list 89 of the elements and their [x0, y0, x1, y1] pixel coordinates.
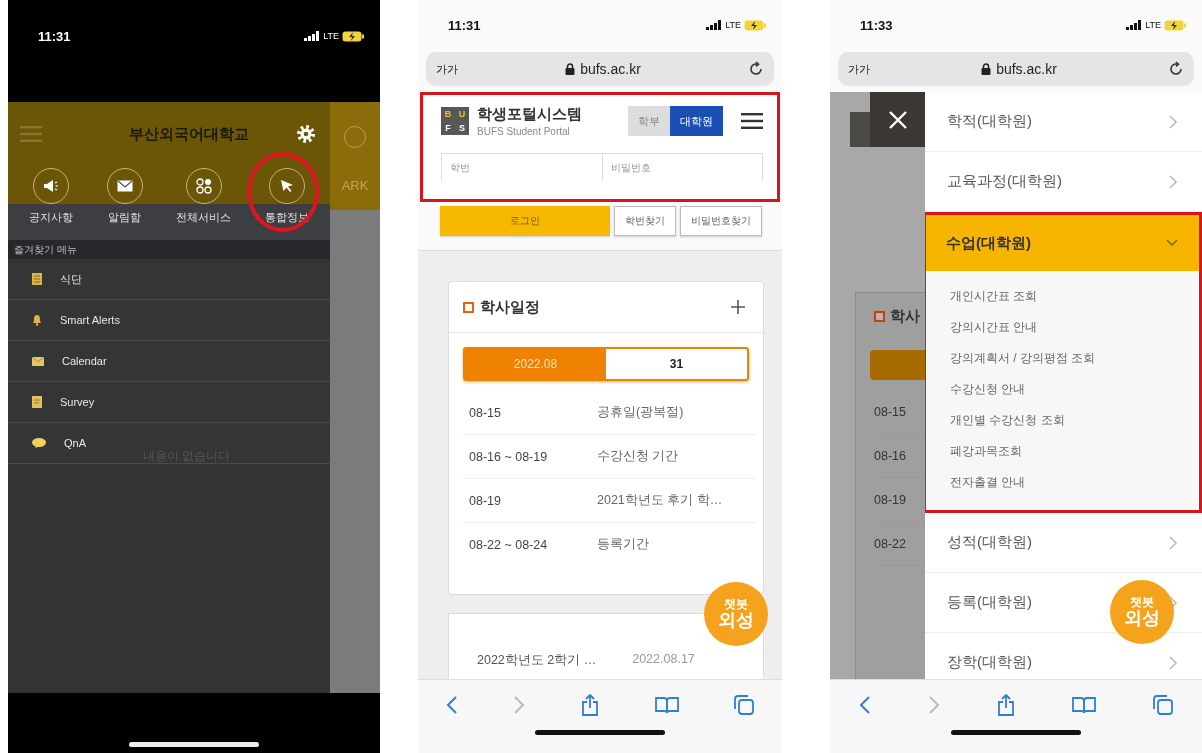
chevron-right-icon [1168, 535, 1178, 550]
submenu-item[interactable]: 개인시간표 조회 [926, 281, 1199, 312]
back-icon[interactable] [445, 695, 458, 715]
submenu-item[interactable]: 전자출결 안내 [926, 467, 1199, 498]
envelope-icon [116, 180, 133, 192]
square-icon [463, 301, 474, 313]
menu-icon[interactable] [741, 113, 763, 129]
menu-item[interactable]: 교육과정(대학원) [925, 152, 1202, 212]
month-label: 2022.08 [465, 349, 606, 379]
plus-icon[interactable] [731, 300, 745, 314]
card-title: 학사 [890, 307, 920, 326]
logo-fragment [850, 112, 870, 147]
schedule-date: 08-16 ~ 08-19 [469, 449, 549, 464]
battery-icon [744, 19, 766, 31]
menu-item[interactable]: 수업(대학원) [926, 215, 1199, 271]
share-icon[interactable] [996, 694, 1015, 716]
submenu-item[interactable]: 개인별 수강신청 조회 [926, 405, 1199, 436]
lock-icon [981, 63, 992, 75]
password-field[interactable]: 비밀번호 [602, 153, 763, 181]
battery-icon [342, 30, 364, 42]
section-header: 즐겨찾기 메뉴 [8, 240, 330, 259]
note-icon [32, 396, 42, 408]
settings-icon [296, 124, 316, 144]
network-label: LTE [1145, 20, 1161, 30]
login-button[interactable]: 로그인 [440, 206, 610, 236]
network-label: LTE [323, 31, 339, 41]
day-count: 31 [668, 356, 685, 373]
book-icon[interactable] [654, 696, 679, 714]
share-icon[interactable] [581, 694, 599, 716]
find-button[interactable]: 비밀번호찾기 [680, 206, 762, 236]
url-text[interactable]: bufs.ac.kr [996, 61, 1057, 77]
card-title: 학사일정 [480, 297, 541, 317]
notice-title[interactable]: 2022학년도 2학기 … [477, 652, 597, 669]
status-time: 11:31 [38, 28, 71, 44]
side-strip-text: ARK [341, 178, 369, 193]
month-bar [870, 350, 925, 380]
submenu-item[interactable]: 폐강과목조회 [926, 436, 1199, 467]
menu-item[interactable]: 학적(대학원) [925, 92, 1202, 152]
text-size-button[interactable]: 가가 [436, 61, 458, 77]
schedule-event: 등록기간 [597, 536, 649, 553]
quick-menu-button[interactable]: 전체서비스 [176, 168, 232, 225]
submenu-item[interactable]: 강의시간표 안내 [926, 312, 1199, 343]
menu-board-icon [32, 273, 42, 285]
schedule-event: 2021학년도 후기 학… [597, 492, 723, 509]
find-button[interactable]: 학번찾기 [614, 206, 676, 236]
envelope-icon [32, 356, 44, 366]
portal-title: 학생포털시스템 [477, 105, 583, 124]
portal-subtitle: BUFS Student Portal [477, 126, 571, 137]
reload-icon[interactable] [1168, 61, 1184, 77]
schedule-event: 공휴일(광복절) [597, 404, 684, 421]
chevron-down-icon [1165, 238, 1179, 248]
submenu-item[interactable]: 수강신청 안내 [926, 374, 1199, 405]
chevron-right-icon [1168, 174, 1178, 189]
network-label: LTE [725, 20, 741, 30]
portal-logo: B U F S [441, 107, 469, 135]
circles-grid-icon [195, 178, 212, 194]
megaphone-icon [42, 179, 59, 193]
tabs-icon[interactable] [1153, 695, 1174, 715]
url-text[interactable]: bufs.ac.kr [580, 61, 641, 77]
schedule-event: 수강신청 기간 [597, 448, 679, 465]
status-time: 11:33 [860, 17, 893, 33]
signal-icon [706, 20, 723, 30]
notice-date: 2022.08.17 [632, 652, 695, 668]
menu-item[interactable]: 성적(대학원) [925, 513, 1202, 573]
speech-bubble-icon [32, 438, 46, 448]
chevron-right-icon [1168, 114, 1178, 129]
reload-icon[interactable] [748, 61, 764, 77]
schedule-date: 08-19 [469, 493, 502, 508]
close-button[interactable] [870, 92, 925, 147]
close-icon[interactable] [887, 109, 908, 130]
signal-icon [1126, 20, 1143, 30]
submenu-item[interactable]: 강의계획서 / 강의평점 조회 [926, 343, 1199, 374]
back-icon[interactable] [858, 695, 871, 715]
bell-icon [32, 314, 42, 326]
tabs-icon[interactable] [734, 695, 755, 715]
book-icon[interactable] [1072, 696, 1097, 714]
schedule-date: 08-15 [469, 405, 502, 420]
cursor-arrow-icon [280, 179, 295, 193]
toggle-tab[interactable]: 대학원 [670, 106, 723, 136]
student-id-field[interactable]: 학번 [441, 153, 603, 181]
schedule-date: 08-22 ~ 08-24 [469, 537, 549, 552]
chevron-right-icon [1168, 655, 1178, 670]
status-time: 11:31 [448, 17, 481, 33]
square-icon [874, 311, 885, 322]
signal-icon [304, 31, 321, 41]
battery-icon [1164, 19, 1186, 31]
lock-icon [565, 63, 576, 75]
text-size-button[interactable]: 가가 [848, 61, 870, 77]
university-title: 부산외국어대학교 [129, 124, 249, 144]
